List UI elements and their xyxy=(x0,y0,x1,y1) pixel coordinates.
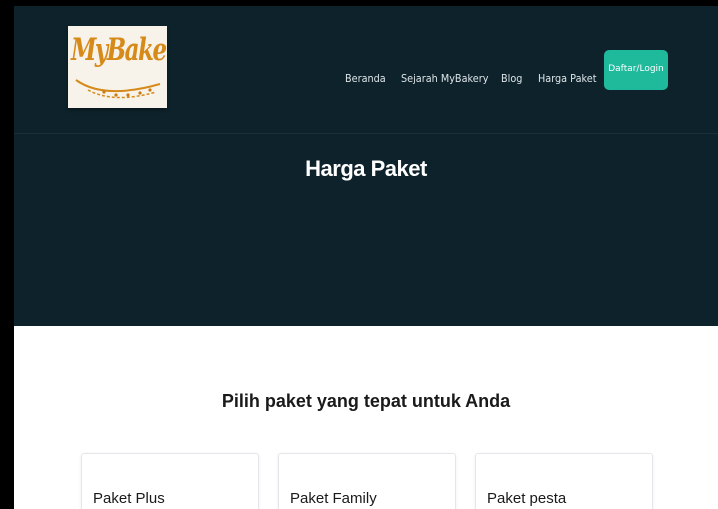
wheat-swirl-icon xyxy=(75,79,161,99)
package-card-plus[interactable]: Paket Plus xyxy=(81,453,259,509)
package-card-pesta[interactable]: Paket pesta xyxy=(475,453,653,509)
nav-link-beranda[interactable]: Beranda xyxy=(345,72,386,85)
package-card-title: Paket Family xyxy=(290,490,377,507)
nav-link-harga-paket[interactable]: Harga Paket xyxy=(538,72,597,85)
package-card-family[interactable]: Paket Family xyxy=(278,453,456,509)
header-divider xyxy=(14,133,718,134)
nav-link-blog[interactable]: Blog xyxy=(501,72,522,85)
page: MyBakery Beranda Sejarah MyBakery Blog H… xyxy=(0,0,718,509)
window-edge-left xyxy=(0,0,14,509)
daftar-login-button[interactable]: Daftar/Login xyxy=(604,50,668,90)
packages-heading: Pilih paket yang tepat untuk Anda xyxy=(221,391,511,411)
logo-wordmark: MyBakery xyxy=(71,32,167,68)
nav-link-sejarah-mybakery[interactable]: Sejarah MyBakery xyxy=(401,72,488,85)
package-card-title: Paket pesta xyxy=(487,490,567,507)
package-card-title: Paket Plus xyxy=(93,490,165,507)
page-title: Harga Paket xyxy=(305,156,427,181)
mybakery-logo[interactable]: MyBakery xyxy=(68,26,167,108)
hero-section: MyBakery Beranda Sejarah MyBakery Blog H… xyxy=(14,6,718,326)
